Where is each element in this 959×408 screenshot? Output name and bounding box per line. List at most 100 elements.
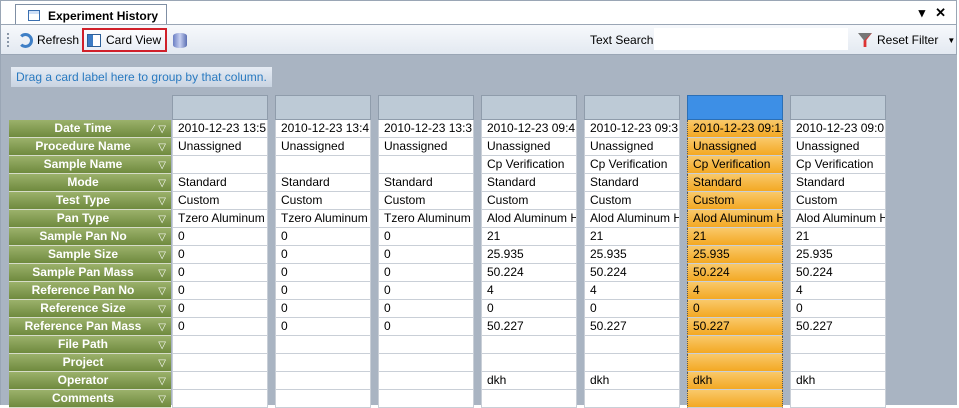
card-field-reference-size[interactable]: 0 [481, 300, 577, 318]
card[interactable]: 2010-12-23 09:4 Unassigned Cp Verification… [481, 95, 577, 408]
card-field-reference-pan-mass[interactable]: 50.227 [790, 318, 886, 336]
card-field-mode[interactable]: Standard [790, 174, 886, 192]
card-field-sample-size[interactable]: 0 [172, 246, 268, 264]
card-header[interactable] [172, 95, 268, 120]
card-field-sample-pan-mass[interactable]: 0 [172, 264, 268, 282]
card-field-test-type[interactable]: Custom [275, 192, 371, 210]
card-field-reference-pan-mass[interactable]: 0 [378, 318, 474, 336]
card-field-test-type[interactable]: Custom [172, 192, 268, 210]
card-field-operator[interactable]: dkh [790, 372, 886, 390]
card-label-date-time[interactable]: Date Time ∕ [9, 120, 171, 138]
card-field-sample-pan-no[interactable]: 0 [172, 228, 268, 246]
card-field-comments[interactable] [687, 390, 783, 408]
tab-experiment-history[interactable]: Experiment History [15, 4, 167, 26]
card-field-operator[interactable]: dkh [481, 372, 577, 390]
card-field-comments[interactable] [584, 390, 680, 408]
card-field-test-type[interactable]: Custom [790, 192, 886, 210]
card-field-sample-name[interactable]: Cp Verification [584, 156, 680, 174]
card-field-comments[interactable] [481, 390, 577, 408]
card[interactable]: 2010-12-23 09:3 Unassigned Cp Verification… [584, 95, 680, 408]
card-field-date-time[interactable]: 2010-12-23 13:5 [172, 120, 268, 138]
card-field-sample-size[interactable]: 0 [275, 246, 371, 264]
card-field-sample-size[interactable]: 25.935 [584, 246, 680, 264]
card-field-operator[interactable] [172, 372, 268, 390]
card[interactable]: 2010-12-23 09:0 Unassigned Cp Verification… [790, 95, 886, 408]
text-search-input[interactable] [654, 28, 848, 50]
card-field-sample-pan-mass[interactable]: 50.224 [481, 264, 577, 282]
card-field-sample-size[interactable]: 25.935 [687, 246, 783, 264]
card-field-reference-size[interactable]: 0 [172, 300, 268, 318]
filter-icon[interactable] [157, 139, 166, 156]
card-field-project[interactable] [275, 354, 371, 372]
filter-icon[interactable] [157, 283, 166, 300]
card-field-pan-type[interactable]: Alod Aluminum H [584, 210, 680, 228]
card-field-mode[interactable]: Standard [584, 174, 680, 192]
card-field-file-path[interactable] [275, 336, 371, 354]
toolbar-grip[interactable] [7, 33, 11, 47]
card-header[interactable] [275, 95, 371, 120]
card-field-pan-type[interactable]: Tzero Aluminum [172, 210, 268, 228]
card-label-file-path[interactable]: File Path [9, 336, 171, 354]
card-field-test-type[interactable]: Custom [687, 192, 783, 210]
card-field-reference-pan-no[interactable]: 0 [172, 282, 268, 300]
card-field-file-path[interactable] [172, 336, 268, 354]
card-field-sample-name[interactable] [378, 156, 474, 174]
card[interactable]: 2010-12-23 13:4 Unassigned Standard Custom T… [275, 95, 371, 408]
filter-icon[interactable] [157, 247, 166, 264]
card-field-procedure-name[interactable]: Unassigned [790, 138, 886, 156]
card-field-procedure-name[interactable]: Unassigned [378, 138, 474, 156]
card-field-date-time[interactable]: 2010-12-23 09:4 [481, 120, 577, 138]
card-label-sample-size[interactable]: Sample Size [9, 246, 171, 264]
card-field-sample-pan-no[interactable]: 0 [275, 228, 371, 246]
card-field-procedure-name[interactable]: Unassigned [172, 138, 268, 156]
card-field-operator[interactable] [275, 372, 371, 390]
chevron-down-icon[interactable]: ▼ [947, 36, 955, 45]
card-field-sample-size[interactable]: 0 [378, 246, 474, 264]
card-field-procedure-name[interactable]: Unassigned [481, 138, 577, 156]
card-field-file-path[interactable] [584, 336, 680, 354]
card-field-reference-size[interactable]: 0 [378, 300, 474, 318]
card-header[interactable] [687, 95, 783, 120]
card-field-pan-type[interactable]: Alod Aluminum H [790, 210, 886, 228]
card-field-sample-pan-no[interactable]: 21 [790, 228, 886, 246]
card-field-date-time[interactable]: 2010-12-23 13:3 [378, 120, 474, 138]
card-field-pan-type[interactable]: Tzero Aluminum [378, 210, 474, 228]
card-field-sample-name[interactable] [172, 156, 268, 174]
card-header[interactable] [584, 95, 680, 120]
card-field-sample-pan-no[interactable]: 0 [378, 228, 474, 246]
card-field-test-type[interactable]: Custom [481, 192, 577, 210]
card-field-file-path[interactable] [481, 336, 577, 354]
filter-icon[interactable] [157, 373, 166, 390]
group-panel[interactable]: Drag a card label here to group by that … [5, 60, 954, 92]
filter-icon[interactable] [157, 301, 166, 318]
card-field-project[interactable] [687, 354, 783, 372]
card-field-procedure-name[interactable]: Unassigned [275, 138, 371, 156]
filter-icon[interactable] [157, 121, 166, 138]
card-header[interactable] [790, 95, 886, 120]
card[interactable]: 2010-12-23 13:3 Unassigned Standard Custom T… [378, 95, 474, 408]
card-field-comments[interactable] [378, 390, 474, 408]
card-label-reference-pan-no[interactable]: Reference Pan No [9, 282, 171, 300]
filter-icon[interactable] [157, 319, 166, 336]
card-label-reference-pan-mass[interactable]: Reference Pan Mass [9, 318, 171, 336]
card-field-project[interactable] [172, 354, 268, 372]
card-label-sample-name[interactable]: Sample Name [9, 156, 171, 174]
card-label-test-type[interactable]: Test Type [9, 192, 171, 210]
card-field-reference-pan-no[interactable]: 4 [584, 282, 680, 300]
card-field-sample-pan-no[interactable]: 21 [584, 228, 680, 246]
refresh-button[interactable]: Refresh [18, 29, 79, 51]
card-field-test-type[interactable]: Custom [378, 192, 474, 210]
card-field-reference-pan-no[interactable]: 4 [790, 282, 886, 300]
card-selected[interactable]: 2010-12-23 09:1 Unassigned Cp Verification… [687, 95, 783, 408]
card-field-sample-pan-mass[interactable]: 50.224 [790, 264, 886, 282]
card-field-project[interactable] [378, 354, 474, 372]
card-field-comments[interactable] [790, 390, 886, 408]
card-field-comments[interactable] [172, 390, 268, 408]
database-icon[interactable] [173, 33, 187, 48]
card-header[interactable] [481, 95, 577, 120]
card-field-operator[interactable] [378, 372, 474, 390]
card-label-mode[interactable]: Mode [9, 174, 171, 192]
card-field-reference-pan-no[interactable]: 4 [687, 282, 783, 300]
card-field-pan-type[interactable]: Alod Aluminum H [687, 210, 783, 228]
card-field-operator[interactable]: dkh [687, 372, 783, 390]
